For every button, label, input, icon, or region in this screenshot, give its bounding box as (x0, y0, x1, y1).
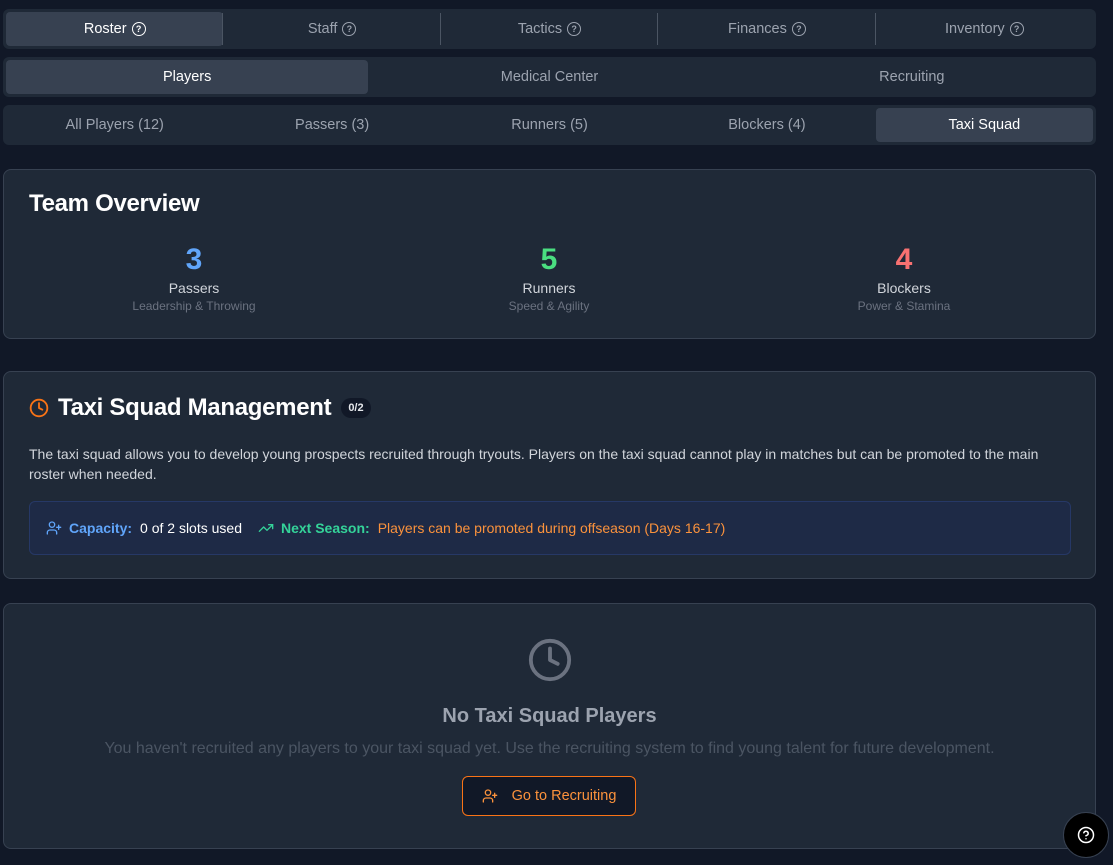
help-icon: ? (791, 22, 806, 36)
filter-tabs: All Players (12) Passers (3) Runners (5)… (3, 105, 1096, 145)
tab-label: Roster (83, 21, 127, 37)
taxi-squad-management-card: Taxi Squad Management 0/2 The taxi squad… (3, 371, 1096, 579)
user-plus-icon (46, 521, 62, 535)
stat-blockers: 4 Blockers Power & Stamina (754, 242, 1054, 313)
secondary-tabs: Players Medical Center Recruiting (3, 57, 1096, 97)
stat-value: 4 (895, 243, 913, 276)
taxi-squad-header: Taxi Squad Management 0/2 (29, 394, 371, 422)
next-season-value: Players can be promoted during offseason… (377, 520, 726, 536)
tab-runners[interactable]: Runners (5) (441, 108, 658, 142)
tab-players[interactable]: Players (6, 60, 369, 94)
tab-taxi-squad[interactable]: Taxi Squad (875, 108, 1094, 142)
tab-medical-center[interactable]: Medical Center (368, 60, 730, 94)
tab-label: Tactics (517, 21, 563, 37)
stat-label: Blockers (877, 280, 931, 296)
button-label: Go to Recruiting (511, 788, 617, 804)
stat-runners: 5 Runners Speed & Agility (399, 242, 699, 313)
tab-roster[interactable]: Roster ? (6, 12, 224, 46)
capacity-info-box: Capacity: 0 of 2 slots used Next Season:… (29, 501, 1071, 555)
tab-inventory[interactable]: Inventory ? (874, 12, 1093, 46)
user-plus-icon (482, 789, 497, 803)
taxi-squad-description: The taxi squad allows you to develop you… (29, 446, 1039, 482)
team-overview-title: Team Overview (29, 190, 200, 217)
help-icon: ? (342, 22, 357, 36)
stat-sublabel: Power & Stamina (857, 299, 951, 313)
tab-finances[interactable]: Finances ? (657, 12, 875, 46)
help-circle-icon (1077, 826, 1095, 844)
clock-icon (29, 398, 49, 418)
empty-state-text: You haven't recruited any players to you… (104, 740, 995, 757)
primary-tabs: Roster ? Staff ? Tactics ? Finances ? In… (3, 9, 1096, 49)
team-overview-card: Team Overview 3 Passers Leadership & Thr… (3, 169, 1096, 339)
stat-label: Runners (522, 280, 576, 296)
trending-up-icon (258, 524, 274, 532)
taxi-squad-title: Taxi Squad Management (58, 394, 332, 421)
capacity-label: Capacity: (69, 520, 133, 536)
help-button[interactable] (1063, 812, 1109, 858)
stat-value: 3 (185, 243, 203, 276)
tab-tactics[interactable]: Tactics ? (439, 12, 658, 46)
go-to-recruiting-button[interactable]: Go to Recruiting (462, 776, 636, 816)
stat-sublabel: Speed & Agility (508, 299, 590, 313)
tab-all-players[interactable]: All Players (12) (6, 108, 223, 142)
tab-label: Inventory (945, 21, 1005, 37)
help-icon: ? (131, 22, 146, 36)
stat-label: Passers (168, 280, 220, 296)
tab-staff[interactable]: Staff ? (222, 12, 440, 46)
capacity-value: 0 of 2 slots used (140, 520, 242, 536)
next-season-label: Next Season: (280, 520, 370, 536)
help-icon: ? (567, 22, 582, 36)
tab-label: Finances (728, 21, 787, 37)
clock-icon (528, 638, 572, 682)
stat-passers: 3 Passers Leadership & Throwing (44, 242, 344, 313)
tab-label: Staff (307, 21, 338, 37)
help-icon: ? (1009, 22, 1024, 36)
slots-badge: 0/2 (341, 398, 371, 418)
empty-state-card: No Taxi Squad Players You haven't recrui… (3, 603, 1096, 849)
stat-sublabel: Leadership & Throwing (132, 299, 256, 313)
tab-passers[interactable]: Passers (3) (223, 108, 440, 142)
tab-recruiting[interactable]: Recruiting (731, 60, 1093, 94)
stat-value: 5 (540, 243, 558, 276)
tab-blockers[interactable]: Blockers (4) (658, 108, 875, 142)
empty-state-title: No Taxi Squad Players (442, 705, 657, 727)
